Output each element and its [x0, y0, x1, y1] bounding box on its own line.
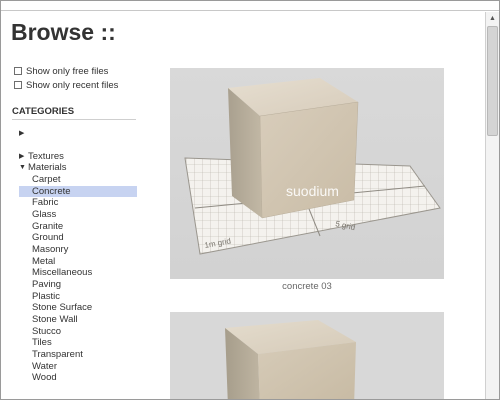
material-metal[interactable]: Metal — [19, 256, 137, 268]
tree-item-materials[interactable]: ▼ Materials — [19, 162, 137, 174]
categories-header: CATEGORIES — [12, 106, 136, 120]
material-glass[interactable]: Glass — [19, 209, 137, 221]
material-ground[interactable]: Ground — [19, 232, 137, 244]
free-files-label: Show only free files — [26, 65, 109, 77]
preview-caption: concrete 03 — [282, 281, 332, 292]
material-wood[interactable]: Wood — [19, 372, 137, 384]
tree-item-label: Materials — [28, 162, 67, 174]
free-files-checkbox[interactable] — [14, 67, 22, 75]
material-plastic[interactable]: Plastic — [19, 291, 137, 303]
filter-recent-files[interactable]: Show only recent files — [14, 78, 118, 92]
material-water[interactable]: Water — [19, 361, 137, 373]
material-preview-concrete-03[interactable]: 1m grid 5 grid suodium — [170, 68, 444, 279]
expand-arrow-icon[interactable]: ▶ — [19, 151, 28, 163]
material-preview-next[interactable] — [170, 312, 444, 399]
material-stone-wall[interactable]: Stone Wall — [19, 314, 137, 326]
vertical-scrollbar[interactable]: ▲ — [485, 12, 499, 399]
material-granite[interactable]: Granite — [19, 221, 137, 233]
material-masonry[interactable]: Masonry — [19, 244, 137, 256]
top-bar — [1, 1, 499, 11]
recent-files-label: Show only recent files — [26, 79, 119, 91]
preview-render-image: 1m grid 5 grid suodium — [170, 68, 444, 279]
material-concrete[interactable]: Concrete — [19, 185, 137, 198]
material-fabric[interactable]: Fabric — [19, 197, 137, 209]
preview-render-image — [170, 312, 444, 399]
tree-item-root[interactable]: ▶ — [19, 128, 137, 140]
filter-options: Show only free files Show only recent fi… — [14, 64, 118, 92]
category-tree: ▶ ▶ Textures ▼ Materials Carpet Concrete… — [19, 128, 137, 384]
browser-window: Browse :: Show only free files Show only… — [0, 0, 500, 400]
material-stone-surface[interactable]: Stone Surface — [19, 302, 137, 314]
material-transparent[interactable]: Transparent — [19, 349, 137, 361]
filter-free-files[interactable]: Show only free files — [14, 64, 118, 78]
material-miscellaneous[interactable]: Miscellaneous — [19, 267, 137, 279]
page-title: Browse :: — [11, 19, 116, 45]
scrollbar-thumb[interactable] — [487, 26, 498, 136]
tree-item-textures[interactable]: ▶ Textures — [19, 151, 137, 163]
materials-list: Carpet Concrete Fabric Glass Granite Gro… — [19, 174, 137, 384]
material-carpet[interactable]: Carpet — [19, 174, 137, 186]
scroll-up-icon[interactable]: ▲ — [486, 12, 499, 25]
tree-item-label: Textures — [28, 150, 64, 162]
brand-logo-text: suodium — [286, 183, 339, 199]
material-paving[interactable]: Paving — [19, 279, 137, 291]
material-tiles[interactable]: Tiles — [19, 337, 137, 349]
recent-files-checkbox[interactable] — [14, 81, 22, 89]
expand-arrow-icon[interactable]: ▶ — [19, 128, 28, 140]
collapse-arrow-icon[interactable]: ▼ — [19, 162, 28, 174]
material-stucco[interactable]: Stucco — [19, 326, 137, 338]
